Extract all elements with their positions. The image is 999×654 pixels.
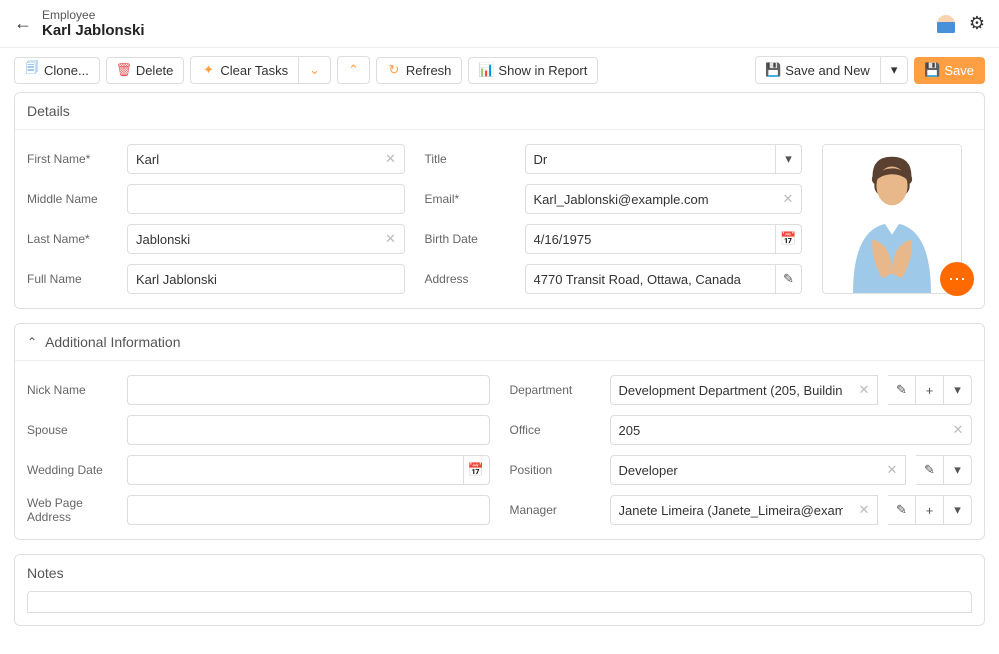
department-input[interactable] bbox=[611, 383, 852, 398]
web-page-label: Web Page Address bbox=[27, 496, 117, 524]
edit-icon[interactable]: ✎ bbox=[888, 495, 916, 525]
title-label: Title bbox=[425, 152, 515, 166]
dropdown-icon[interactable]: ▾ bbox=[944, 495, 972, 525]
dropdown-icon[interactable]: ▾ bbox=[944, 455, 972, 485]
calendar-icon[interactable]: 📅 bbox=[775, 225, 801, 253]
spouse-label: Spouse bbox=[27, 423, 117, 437]
clear-label: Clear Tasks bbox=[220, 63, 288, 78]
refresh-label: Refresh bbox=[406, 63, 452, 78]
department-label: Department bbox=[510, 383, 600, 397]
address-label: Address bbox=[425, 272, 515, 286]
settings-icon[interactable]: ⚙ bbox=[969, 13, 985, 34]
full-name-label: Full Name bbox=[27, 272, 117, 286]
user-avatar-icon[interactable] bbox=[937, 15, 955, 33]
email-label: Email* bbox=[425, 192, 515, 206]
save-icon: 💾 bbox=[925, 63, 939, 77]
manager-label: Manager bbox=[510, 503, 600, 517]
email-input[interactable] bbox=[526, 192, 776, 207]
nick-name-label: Nick Name bbox=[27, 383, 117, 397]
web-page-input[interactable] bbox=[128, 503, 489, 518]
broom-icon: ✦ bbox=[201, 63, 215, 77]
additional-panel: ⌃ Additional Information Nick Name Spouse… bbox=[14, 323, 985, 540]
position-label: Position bbox=[510, 463, 600, 477]
birth-date-input[interactable] bbox=[526, 232, 776, 247]
notes-title: Notes bbox=[27, 565, 64, 581]
save-and-new-dropdown[interactable]: ▾ bbox=[880, 56, 909, 84]
calendar-icon[interactable]: 📅 bbox=[463, 456, 489, 484]
chevron-up-icon: ⌃ bbox=[348, 62, 359, 78]
clone-label: Clone... bbox=[44, 63, 89, 78]
first-name-label: First Name* bbox=[27, 152, 117, 166]
show-in-report-button[interactable]: 📊 Show in Report bbox=[468, 57, 598, 84]
clear-icon[interactable]: ✕ bbox=[378, 225, 404, 253]
clear-icon[interactable]: ✕ bbox=[879, 456, 905, 484]
first-name-input[interactable] bbox=[128, 152, 378, 167]
photo-actions-fab[interactable]: ⋯ bbox=[940, 262, 974, 296]
position-input[interactable] bbox=[611, 463, 880, 478]
save-new-label: Save and New bbox=[785, 63, 870, 78]
clone-button[interactable]: 🗐 Clone... bbox=[14, 57, 100, 84]
wedding-date-label: Wedding Date bbox=[27, 463, 117, 477]
back-button[interactable]: ← bbox=[14, 13, 32, 34]
trash-icon: 🗑 bbox=[117, 63, 131, 77]
office-label: Office bbox=[510, 423, 600, 437]
manager-input[interactable] bbox=[611, 503, 852, 518]
title-input[interactable] bbox=[526, 152, 776, 167]
notes-panel: Notes bbox=[14, 554, 985, 626]
clear-icon[interactable]: ✕ bbox=[378, 145, 404, 173]
last-name-label: Last Name* bbox=[27, 232, 117, 246]
chevron-down-icon: ⌄ bbox=[309, 62, 320, 78]
details-panel: Details First Name* ✕ Middle Name Last N… bbox=[14, 92, 985, 309]
add-icon[interactable]: + bbox=[916, 375, 944, 405]
last-name-input[interactable] bbox=[128, 232, 378, 247]
refresh-button[interactable]: ↻ Refresh bbox=[376, 57, 463, 84]
caret-down-icon: ▾ bbox=[891, 62, 898, 78]
middle-name-input[interactable] bbox=[128, 192, 404, 207]
refresh-icon: ↻ bbox=[387, 63, 401, 77]
clear-icon[interactable]: ✕ bbox=[775, 185, 801, 213]
edit-icon[interactable]: ✎ bbox=[916, 455, 944, 485]
full-name-input[interactable] bbox=[128, 272, 404, 287]
clear-icon[interactable]: ✕ bbox=[851, 496, 877, 524]
birth-date-label: Birth Date bbox=[425, 232, 515, 246]
collapse-toggle[interactable]: ⌃ bbox=[27, 335, 37, 349]
delete-button[interactable]: 🗑 Delete bbox=[106, 57, 185, 84]
office-input[interactable] bbox=[611, 423, 946, 438]
details-header: Details bbox=[15, 93, 984, 130]
notes-input[interactable] bbox=[28, 595, 971, 610]
module-label: Employee bbox=[42, 8, 937, 22]
delete-label: Delete bbox=[136, 63, 174, 78]
clear-tasks-button[interactable]: ✦ Clear Tasks bbox=[190, 56, 298, 84]
save-button[interactable]: 💾 Save bbox=[914, 57, 985, 84]
collapse-up-button[interactable]: ⌃ bbox=[337, 56, 370, 84]
clone-icon: 🗐 bbox=[25, 63, 39, 77]
save-label: Save bbox=[944, 63, 974, 78]
report-icon: 📊 bbox=[479, 63, 493, 77]
additional-title: Additional Information bbox=[45, 334, 180, 350]
spouse-input[interactable] bbox=[128, 423, 489, 438]
edit-icon[interactable]: ✎ bbox=[888, 375, 916, 405]
more-icon: ⋯ bbox=[948, 269, 966, 290]
clear-tasks-dropdown[interactable]: ⌄ bbox=[298, 56, 331, 84]
edit-icon[interactable]: ✎ bbox=[775, 265, 801, 293]
page-title: Karl Jablonski bbox=[42, 22, 937, 39]
details-title: Details bbox=[27, 103, 70, 119]
report-label: Show in Report bbox=[498, 63, 587, 78]
add-icon[interactable]: + bbox=[916, 495, 944, 525]
clear-icon[interactable]: ✕ bbox=[851, 376, 877, 404]
clear-icon[interactable]: ✕ bbox=[945, 416, 971, 444]
wedding-date-input[interactable] bbox=[128, 463, 463, 478]
dropdown-icon[interactable]: ▾ bbox=[944, 375, 972, 405]
nick-name-input[interactable] bbox=[128, 383, 489, 398]
address-input[interactable] bbox=[526, 272, 776, 287]
save-and-new-button[interactable]: 💾 Save and New bbox=[755, 56, 880, 84]
middle-name-label: Middle Name bbox=[27, 192, 117, 206]
save-icon: 💾 bbox=[766, 63, 780, 77]
dropdown-icon[interactable]: ▾ bbox=[775, 145, 801, 173]
